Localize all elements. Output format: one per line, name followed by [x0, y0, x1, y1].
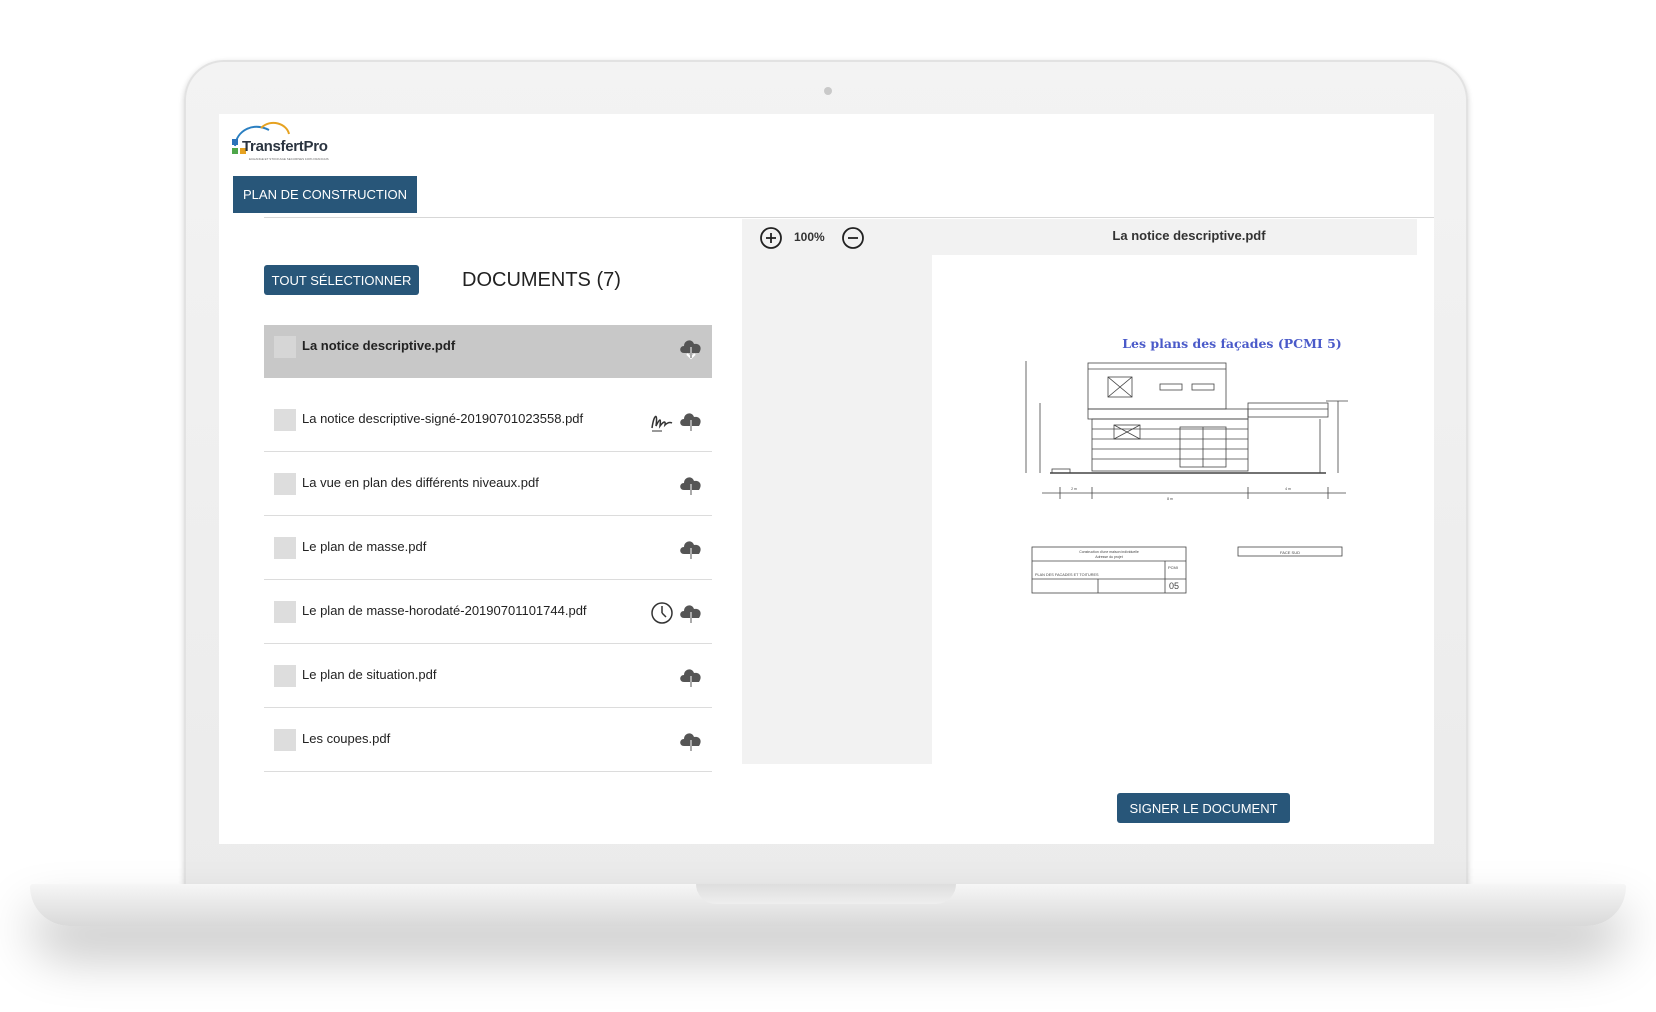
cloud-download-icon[interactable]: [678, 729, 704, 753]
camera-icon: [824, 87, 832, 95]
dimension-label: 4 m: [1285, 487, 1291, 491]
document-preview-page[interactable]: Les plans des façades (PCMI 5) Construct…: [932, 255, 1417, 764]
cloud-download-icon[interactable]: [678, 336, 704, 360]
app-logo[interactable]: TransfertPro ECHANGE ET STOCKAGE SECURIS…: [231, 116, 351, 166]
cloud-download-icon[interactable]: [678, 537, 704, 561]
cartouche-sheet: PLAN DES FACADES ET TOITURES: [1035, 573, 1099, 577]
document-checkbox[interactable]: [274, 665, 296, 687]
document-row[interactable]: Le plan de situation.pdf: [264, 644, 712, 708]
document-checkbox[interactable]: [274, 473, 296, 495]
document-row[interactable]: Le plan de masse-horodaté-20190701101744…: [264, 580, 712, 644]
laptop-notch: [696, 884, 956, 904]
document-checkbox[interactable]: [274, 537, 296, 559]
cloud-download-icon[interactable]: [678, 409, 704, 433]
cartouche-code: PCMI: [1168, 565, 1178, 570]
header-divider: [264, 217, 1434, 218]
document-name: La notice descriptive-signé-201907010235…: [302, 411, 584, 426]
document-name: Le plan de masse.pdf: [302, 539, 427, 554]
dimension-label: 8 m: [1167, 497, 1173, 501]
document-checkbox[interactable]: [274, 601, 296, 623]
document-checkbox[interactable]: [274, 409, 296, 431]
sign-document-button[interactable]: SIGNER LE DOCUMENT: [1117, 793, 1290, 823]
facade-label: FACE SUD: [1280, 550, 1300, 555]
zoom-level: 100%: [794, 230, 825, 244]
zoom-out-icon[interactable]: [841, 226, 865, 250]
document-row[interactable]: La notice descriptive-signé-201907010235…: [264, 388, 712, 452]
page-heading: Les plans des façades (PCMI 5): [1122, 336, 1342, 351]
clock-icon: [650, 600, 674, 626]
cartouche-subtitle: Adresse du projet: [1095, 555, 1122, 559]
document-name: Le plan de masse-horodaté-20190701101744…: [302, 603, 587, 618]
document-row[interactable]: La notice descriptive.pdf: [264, 325, 712, 378]
cartouche-title: Construction d'une maison individuelle: [1079, 550, 1139, 554]
app-screen: TransfertPro ECHANGE ET STOCKAGE SECURIS…: [219, 114, 1434, 844]
logo-text: TransfertPro: [242, 138, 328, 155]
dimension-label: 2 m: [1071, 487, 1077, 491]
document-row[interactable]: Le plan de masse.pdf: [264, 516, 712, 580]
document-name: La notice descriptive.pdf: [302, 338, 456, 353]
cloud-download-icon[interactable]: [678, 665, 704, 689]
document-row[interactable]: La vue en plan des différents niveaux.pd…: [264, 452, 712, 516]
document-checkbox[interactable]: [274, 729, 296, 751]
viewer-document-title: La notice descriptive.pdf: [1112, 228, 1266, 243]
document-checkbox[interactable]: [274, 336, 296, 358]
cloud-download-icon[interactable]: [678, 473, 704, 497]
document-list: La notice descriptive.pdf La notice descr…: [264, 325, 712, 772]
document-name: Le plan de situation.pdf: [302, 667, 437, 682]
viewer-sidebar: [742, 219, 932, 764]
document-name: Les coupes.pdf: [302, 731, 391, 746]
documents-heading: DOCUMENTS (7): [462, 269, 621, 291]
document-row[interactable]: Les coupes.pdf: [264, 708, 712, 772]
zoom-in-icon[interactable]: [759, 226, 783, 250]
cloud-download-icon[interactable]: [678, 601, 704, 625]
select-all-button[interactable]: TOUT SÉLECTIONNER: [264, 265, 419, 295]
signature-icon: [650, 408, 674, 434]
facade-drawing: Construction d'une maison individuelle A…: [1025, 361, 1348, 594]
folder-tab[interactable]: PLAN DE CONSTRUCTION: [233, 176, 417, 213]
logo-tagline: ECHANGE ET STOCKAGE SECURISES 100% FRANC…: [249, 157, 329, 161]
cartouche-number: 05: [1169, 581, 1179, 591]
document-name: La vue en plan des différents niveaux.pd…: [302, 475, 539, 490]
